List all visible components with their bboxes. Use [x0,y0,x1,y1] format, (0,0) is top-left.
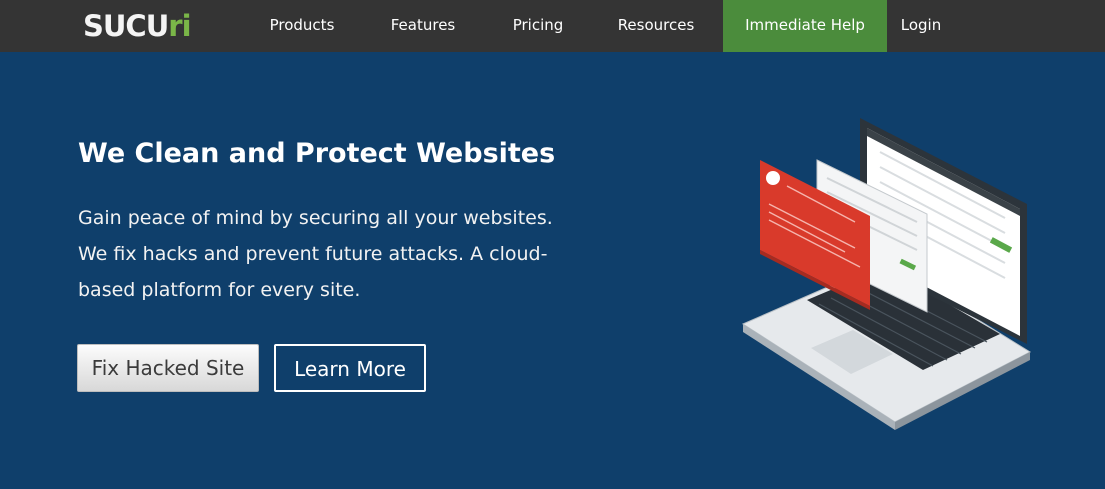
hero-subtitle: Gain peace of mind by securing all your … [78,200,558,308]
logo-text: SUCU [83,9,169,43]
immediate-help-button[interactable]: Immediate Help [723,0,887,52]
sucuri-logo[interactable]: SUCU ri [83,9,192,43]
alert-x-icon [766,171,780,185]
nav-pricing-link[interactable]: Pricing [499,0,577,52]
fix-hacked-site-button[interactable]: Fix Hacked Site [77,344,259,392]
nav-products-link[interactable]: Products [256,0,348,52]
hero-title: We Clean and Protect Websites [78,138,556,169]
login-link[interactable]: Login [893,0,949,52]
logo-accent-text: ri [168,9,191,43]
top-navigation: SUCU ri Products Features Pricing Resourc… [0,0,1105,52]
learn-more-button[interactable]: Learn More [274,344,426,392]
hero-subtitle-line: We fix hacks and prevent future attacks.… [78,243,548,265]
laptop-illustration [741,118,1032,430]
hero-subtitle-line: Gain peace of mind by securing all your … [78,207,553,229]
nav-resources-link[interactable]: Resources [606,0,706,52]
nav-features-link[interactable]: Features [378,0,468,52]
hero-subtitle-line: based platform for every site. [78,279,361,301]
